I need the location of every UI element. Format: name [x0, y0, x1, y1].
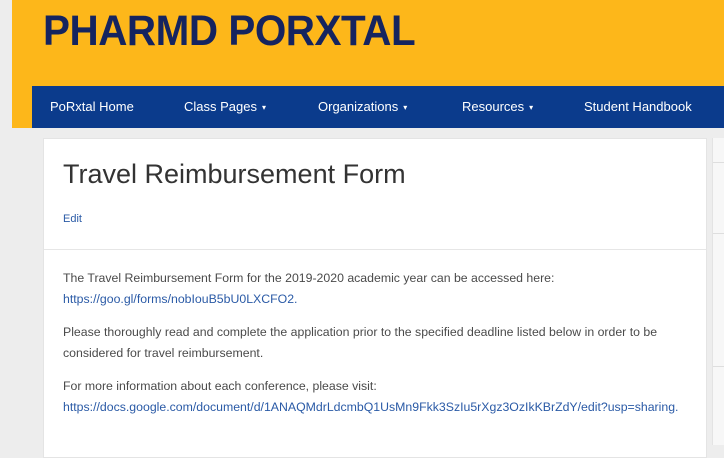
- nav-item-home[interactable]: PoRxtal Home: [50, 86, 134, 128]
- docs-link[interactable]: https://docs.google.com/document/d/1ANAQ…: [63, 400, 678, 414]
- page-title: Travel Reimbursement Form: [63, 159, 406, 189]
- sidebar-divider: [713, 162, 724, 163]
- chevron-down-icon: ▾: [403, 103, 408, 112]
- paragraph-text: The Travel Reimbursement Form for the 20…: [63, 271, 555, 285]
- edit-link[interactable]: Edit: [63, 213, 82, 225]
- paragraph-instructions: Please thoroughly read and complete the …: [63, 325, 658, 360]
- nav-item-organizations[interactable]: Organizations ▾: [318, 86, 407, 128]
- nav-item-student-handbook[interactable]: Student Handbook: [584, 86, 692, 128]
- sidebar-divider: [713, 366, 724, 367]
- nav-label: PoRxtal Home: [50, 99, 134, 114]
- main-nav: PoRxtal Home Class Pages ▾ Organizations ▾…: [32, 86, 724, 128]
- content-card: Travel Reimbursement Form Edit The Trave…: [43, 138, 707, 458]
- nav-item-resources[interactable]: Resources ▾: [462, 86, 533, 128]
- paragraph-form-access: The Travel Reimbursement Form for the 20…: [63, 268, 693, 310]
- paragraph-text: For more information about each conferen…: [63, 379, 377, 393]
- nav-item-class-pages[interactable]: Class Pages ▾: [184, 86, 266, 128]
- banner-edge: [12, 86, 32, 128]
- site-title[interactable]: PHARMD PORXTAL: [43, 7, 416, 56]
- nav-label: Organizations: [318, 99, 399, 114]
- sidebar-divider: [713, 233, 724, 234]
- form-link[interactable]: https://goo.gl/forms/nobIouB5bU0LXCFO2.: [63, 292, 297, 306]
- sidebar-panel: [712, 138, 724, 445]
- paragraph-more-info: For more information about each conferen…: [63, 376, 693, 418]
- chevron-down-icon: ▾: [529, 103, 534, 112]
- nav-label: Resources: [462, 99, 525, 114]
- nav-label: Class Pages: [184, 99, 257, 114]
- chevron-down-icon: ▾: [261, 103, 266, 112]
- nav-label: Student Handbook: [584, 99, 692, 114]
- divider: [44, 249, 706, 250]
